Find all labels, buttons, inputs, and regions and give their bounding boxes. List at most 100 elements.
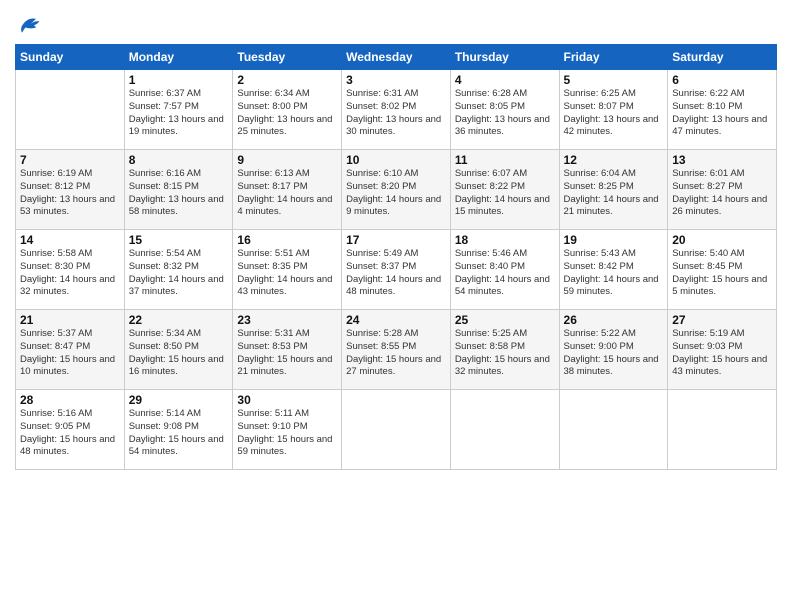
day-number: 6	[672, 73, 772, 87]
day-info: Sunrise: 6:25 AMSunset: 8:07 PMDaylight:…	[564, 88, 664, 139]
calendar-week-row: 28Sunrise: 5:16 AMSunset: 9:05 PMDayligh…	[16, 390, 777, 470]
day-info: Sunrise: 6:13 AMSunset: 8:17 PMDaylight:…	[237, 168, 337, 219]
calendar-week-row: 14Sunrise: 5:58 AMSunset: 8:30 PMDayligh…	[16, 230, 777, 310]
day-info: Sunrise: 6:22 AMSunset: 8:10 PMDaylight:…	[672, 88, 772, 139]
calendar-cell: 16Sunrise: 5:51 AMSunset: 8:35 PMDayligh…	[233, 230, 342, 310]
day-info: Sunrise: 5:58 AMSunset: 8:30 PMDaylight:…	[20, 248, 120, 299]
day-info: Sunrise: 5:37 AMSunset: 8:47 PMDaylight:…	[20, 328, 120, 379]
calendar-cell	[16, 70, 125, 150]
calendar-cell: 25Sunrise: 5:25 AMSunset: 8:58 PMDayligh…	[450, 310, 559, 390]
calendar-cell: 28Sunrise: 5:16 AMSunset: 9:05 PMDayligh…	[16, 390, 125, 470]
day-info: Sunrise: 5:43 AMSunset: 8:42 PMDaylight:…	[564, 248, 664, 299]
day-number: 27	[672, 313, 772, 327]
logo	[15, 10, 47, 38]
day-info: Sunrise: 5:34 AMSunset: 8:50 PMDaylight:…	[129, 328, 229, 379]
day-info: Sunrise: 5:28 AMSunset: 8:55 PMDaylight:…	[346, 328, 446, 379]
weekday-header-tuesday: Tuesday	[233, 45, 342, 70]
calendar-cell: 6Sunrise: 6:22 AMSunset: 8:10 PMDaylight…	[668, 70, 777, 150]
day-info: Sunrise: 6:07 AMSunset: 8:22 PMDaylight:…	[455, 168, 555, 219]
calendar-week-row: 7Sunrise: 6:19 AMSunset: 8:12 PMDaylight…	[16, 150, 777, 230]
calendar-cell: 19Sunrise: 5:43 AMSunset: 8:42 PMDayligh…	[559, 230, 668, 310]
day-number: 9	[237, 153, 337, 167]
calendar-cell: 12Sunrise: 6:04 AMSunset: 8:25 PMDayligh…	[559, 150, 668, 230]
day-number: 30	[237, 393, 337, 407]
day-number: 5	[564, 73, 664, 87]
calendar-cell	[342, 390, 451, 470]
calendar-cell: 17Sunrise: 5:49 AMSunset: 8:37 PMDayligh…	[342, 230, 451, 310]
weekday-header-friday: Friday	[559, 45, 668, 70]
calendar-cell: 9Sunrise: 6:13 AMSunset: 8:17 PMDaylight…	[233, 150, 342, 230]
calendar-cell: 11Sunrise: 6:07 AMSunset: 8:22 PMDayligh…	[450, 150, 559, 230]
day-number: 16	[237, 233, 337, 247]
weekday-header-sunday: Sunday	[16, 45, 125, 70]
day-info: Sunrise: 5:11 AMSunset: 9:10 PMDaylight:…	[237, 408, 337, 459]
logo-icon	[15, 10, 43, 38]
calendar-cell: 1Sunrise: 6:37 AMSunset: 7:57 PMDaylight…	[124, 70, 233, 150]
weekday-header-wednesday: Wednesday	[342, 45, 451, 70]
day-info: Sunrise: 6:16 AMSunset: 8:15 PMDaylight:…	[129, 168, 229, 219]
calendar-cell: 3Sunrise: 6:31 AMSunset: 8:02 PMDaylight…	[342, 70, 451, 150]
day-info: Sunrise: 6:31 AMSunset: 8:02 PMDaylight:…	[346, 88, 446, 139]
day-number: 15	[129, 233, 229, 247]
calendar-cell: 20Sunrise: 5:40 AMSunset: 8:45 PMDayligh…	[668, 230, 777, 310]
calendar-cell: 8Sunrise: 6:16 AMSunset: 8:15 PMDaylight…	[124, 150, 233, 230]
calendar-cell	[450, 390, 559, 470]
calendar-cell: 30Sunrise: 5:11 AMSunset: 9:10 PMDayligh…	[233, 390, 342, 470]
day-info: Sunrise: 6:34 AMSunset: 8:00 PMDaylight:…	[237, 88, 337, 139]
day-info: Sunrise: 6:19 AMSunset: 8:12 PMDaylight:…	[20, 168, 120, 219]
calendar-cell: 21Sunrise: 5:37 AMSunset: 8:47 PMDayligh…	[16, 310, 125, 390]
calendar-week-row: 1Sunrise: 6:37 AMSunset: 7:57 PMDaylight…	[16, 70, 777, 150]
calendar-cell: 22Sunrise: 5:34 AMSunset: 8:50 PMDayligh…	[124, 310, 233, 390]
day-number: 28	[20, 393, 120, 407]
calendar-cell: 13Sunrise: 6:01 AMSunset: 8:27 PMDayligh…	[668, 150, 777, 230]
day-number: 20	[672, 233, 772, 247]
day-number: 3	[346, 73, 446, 87]
day-number: 14	[20, 233, 120, 247]
calendar-cell: 24Sunrise: 5:28 AMSunset: 8:55 PMDayligh…	[342, 310, 451, 390]
calendar-cell: 2Sunrise: 6:34 AMSunset: 8:00 PMDaylight…	[233, 70, 342, 150]
calendar-cell: 27Sunrise: 5:19 AMSunset: 9:03 PMDayligh…	[668, 310, 777, 390]
day-number: 29	[129, 393, 229, 407]
calendar-cell: 4Sunrise: 6:28 AMSunset: 8:05 PMDaylight…	[450, 70, 559, 150]
day-info: Sunrise: 5:22 AMSunset: 9:00 PMDaylight:…	[564, 328, 664, 379]
weekday-header-thursday: Thursday	[450, 45, 559, 70]
day-number: 17	[346, 233, 446, 247]
day-number: 13	[672, 153, 772, 167]
calendar-cell	[559, 390, 668, 470]
calendar-cell: 10Sunrise: 6:10 AMSunset: 8:20 PMDayligh…	[342, 150, 451, 230]
day-number: 12	[564, 153, 664, 167]
day-info: Sunrise: 5:31 AMSunset: 8:53 PMDaylight:…	[237, 328, 337, 379]
calendar-cell	[668, 390, 777, 470]
day-info: Sunrise: 6:10 AMSunset: 8:20 PMDaylight:…	[346, 168, 446, 219]
day-number: 4	[455, 73, 555, 87]
weekday-header-monday: Monday	[124, 45, 233, 70]
day-number: 18	[455, 233, 555, 247]
day-number: 25	[455, 313, 555, 327]
day-info: Sunrise: 5:40 AMSunset: 8:45 PMDaylight:…	[672, 248, 772, 299]
calendar-cell: 18Sunrise: 5:46 AMSunset: 8:40 PMDayligh…	[450, 230, 559, 310]
day-number: 1	[129, 73, 229, 87]
day-number: 26	[564, 313, 664, 327]
calendar-cell: 14Sunrise: 5:58 AMSunset: 8:30 PMDayligh…	[16, 230, 125, 310]
calendar-table: SundayMondayTuesdayWednesdayThursdayFrid…	[15, 44, 777, 470]
day-number: 23	[237, 313, 337, 327]
day-number: 22	[129, 313, 229, 327]
calendar-cell: 29Sunrise: 5:14 AMSunset: 9:08 PMDayligh…	[124, 390, 233, 470]
day-info: Sunrise: 5:46 AMSunset: 8:40 PMDaylight:…	[455, 248, 555, 299]
weekday-header-row: SundayMondayTuesdayWednesdayThursdayFrid…	[16, 45, 777, 70]
day-number: 11	[455, 153, 555, 167]
calendar-week-row: 21Sunrise: 5:37 AMSunset: 8:47 PMDayligh…	[16, 310, 777, 390]
day-info: Sunrise: 5:14 AMSunset: 9:08 PMDaylight:…	[129, 408, 229, 459]
day-info: Sunrise: 5:25 AMSunset: 8:58 PMDaylight:…	[455, 328, 555, 379]
calendar-cell: 5Sunrise: 6:25 AMSunset: 8:07 PMDaylight…	[559, 70, 668, 150]
calendar-cell: 15Sunrise: 5:54 AMSunset: 8:32 PMDayligh…	[124, 230, 233, 310]
page-header	[15, 10, 777, 38]
day-info: Sunrise: 6:01 AMSunset: 8:27 PMDaylight:…	[672, 168, 772, 219]
day-number: 10	[346, 153, 446, 167]
day-info: Sunrise: 6:04 AMSunset: 8:25 PMDaylight:…	[564, 168, 664, 219]
weekday-header-saturday: Saturday	[668, 45, 777, 70]
calendar-cell: 7Sunrise: 6:19 AMSunset: 8:12 PMDaylight…	[16, 150, 125, 230]
day-info: Sunrise: 5:49 AMSunset: 8:37 PMDaylight:…	[346, 248, 446, 299]
day-number: 2	[237, 73, 337, 87]
day-info: Sunrise: 6:37 AMSunset: 7:57 PMDaylight:…	[129, 88, 229, 139]
